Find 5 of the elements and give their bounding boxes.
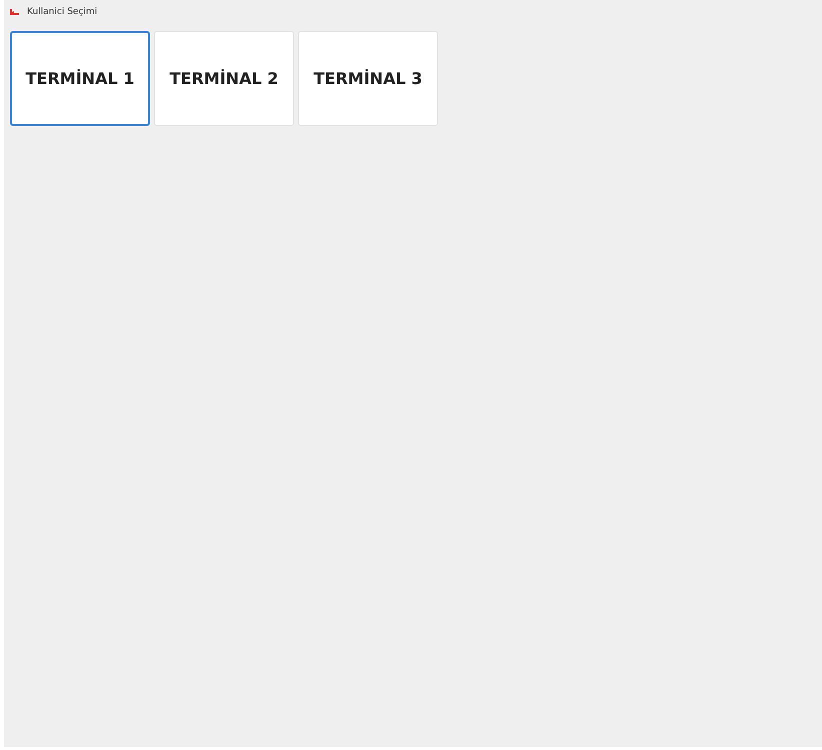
logo-icon (10, 9, 19, 15)
terminal-button[interactable]: TERMİNAL 2 (154, 31, 294, 126)
terminal-button[interactable]: TERMİNAL 3 (298, 31, 438, 126)
terminal-button[interactable]: TERMİNAL 1 (10, 31, 150, 126)
page-title: Kullanici Seçimi (27, 7, 98, 17)
